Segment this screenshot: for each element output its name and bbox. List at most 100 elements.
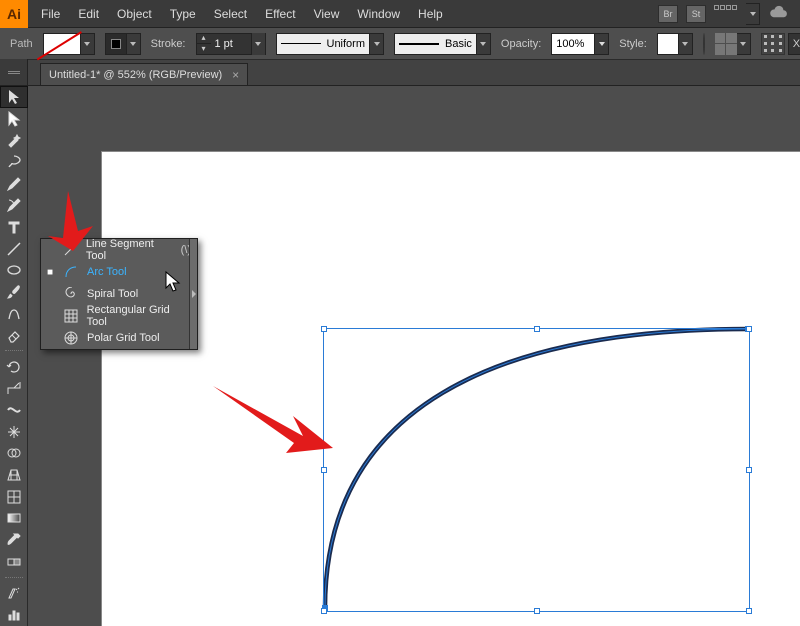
align-dropdown[interactable] (737, 33, 751, 55)
menu-bar: Ai File Edit Object Type Select Effect V… (0, 0, 800, 28)
selection-bounding-box[interactable] (323, 328, 750, 612)
style-label: Style: (619, 38, 647, 50)
rectangular-grid-icon (63, 308, 79, 324)
flyout-item-label: Polar Grid Tool (87, 332, 160, 344)
blend-tool[interactable] (0, 551, 28, 573)
variable-width-profile-dropdown[interactable] (370, 33, 384, 55)
canvas[interactable] (28, 86, 800, 626)
menu-select[interactable]: Select (205, 0, 256, 28)
options-bar: Path Stroke: ▴▾ 1 pt Uniform Basic Opaci… (0, 28, 800, 60)
menu-view[interactable]: View (305, 0, 349, 28)
opacity-dropdown[interactable] (595, 33, 609, 55)
eraser-tool[interactable] (0, 324, 28, 346)
resize-handle[interactable] (321, 608, 327, 614)
free-transform-tool[interactable] (0, 421, 28, 443)
transform-x-field[interactable]: X: ▴▾ 3 (788, 33, 800, 55)
tool-separator (0, 346, 28, 356)
resize-handle[interactable] (746, 467, 752, 473)
menu-effect[interactable]: Effect (256, 0, 304, 28)
transform-reference-point[interactable] (761, 33, 785, 55)
fill-swatch[interactable] (43, 33, 81, 55)
flyout-tearoff-handle[interactable] (189, 239, 197, 349)
resize-handle[interactable] (534, 608, 540, 614)
arrange-documents-icon[interactable] (714, 5, 738, 23)
polar-grid-icon (63, 330, 79, 346)
style-dropdown[interactable] (679, 33, 693, 55)
resize-handle[interactable] (746, 608, 752, 614)
resize-handle[interactable] (534, 326, 540, 332)
opacity-label: Opacity: (501, 38, 541, 50)
eyedropper-tool[interactable] (0, 529, 28, 551)
mesh-tool[interactable] (0, 486, 28, 508)
column-graph-tool[interactable] (0, 604, 28, 626)
flyout-item-label: Rectangular Grid Tool (87, 304, 191, 328)
magic-wand-tool[interactable] (0, 129, 28, 151)
menu-object[interactable]: Object (108, 0, 161, 28)
rectangle-tool[interactable] (0, 259, 28, 281)
style-swatch[interactable] (657, 33, 679, 55)
lasso-tool[interactable] (0, 151, 28, 173)
annotation-arrow-icon (38, 186, 98, 259)
opacity-field[interactable]: 100% (551, 33, 595, 55)
stroke-label: Stroke: (151, 38, 186, 50)
stroke-dropdown[interactable] (127, 33, 141, 55)
perspective-grid-tool[interactable] (0, 464, 28, 486)
document-tab-title: Untitled-1* @ 552% (RGB/Preview) (49, 69, 222, 81)
resize-handle[interactable] (321, 467, 327, 473)
flyout-item-label: Arc Tool (87, 266, 127, 278)
document-tab[interactable]: Untitled-1* @ 552% (RGB/Preview) × (40, 63, 248, 85)
stock-icon[interactable]: St (686, 5, 706, 23)
ai-logo: Ai (0, 0, 28, 28)
brush-definition-dropdown[interactable] (477, 33, 491, 55)
toolbar-collapse-toggle[interactable] (0, 59, 28, 85)
width-tool[interactable] (0, 399, 28, 421)
paintbrush-tool[interactable] (0, 281, 28, 303)
flyout-item-rectangular-grid[interactable]: Rectangular Grid Tool (41, 305, 197, 327)
document-tab-strip: Untitled-1* @ 552% (RGB/Preview) × (0, 60, 800, 86)
pen-tool[interactable] (0, 173, 28, 195)
menu-file[interactable]: File (32, 0, 69, 28)
stroke-weight-dropdown[interactable] (251, 33, 265, 55)
flyout-item-polar-grid[interactable]: Polar Grid Tool (41, 327, 197, 349)
recolor-artwork-icon[interactable] (703, 33, 705, 55)
menu-edit[interactable]: Edit (69, 0, 108, 28)
type-tool[interactable] (0, 216, 28, 238)
flyout-item-label: Spiral Tool (87, 288, 138, 300)
stroke-step-up-icon[interactable]: ▴ (197, 33, 211, 44)
stroke-swatch[interactable] (105, 33, 127, 55)
symbol-sprayer-tool[interactable] (0, 583, 28, 605)
menu-help[interactable]: Help (409, 0, 452, 28)
tool-separator (0, 573, 28, 583)
shaper-tool[interactable] (0, 303, 28, 325)
arrange-documents-dropdown[interactable] (746, 3, 760, 25)
rotate-tool[interactable] (0, 356, 28, 378)
direct-selection-tool[interactable] (0, 108, 28, 130)
variable-width-profile[interactable]: Uniform (276, 33, 371, 55)
scale-tool[interactable] (0, 378, 28, 400)
selection-type-label: Path (6, 38, 33, 50)
align-icon[interactable] (715, 33, 737, 55)
menu-type[interactable]: Type (161, 0, 205, 28)
line-segment-tool[interactable] (0, 238, 28, 260)
bridge-icon[interactable]: Br (658, 5, 678, 23)
resize-handle[interactable] (746, 326, 752, 332)
shape-builder-tool[interactable] (0, 443, 28, 465)
brush-definition[interactable]: Basic (394, 33, 477, 55)
sync-cloud-icon[interactable] (768, 5, 790, 22)
mouse-cursor-icon (164, 270, 184, 297)
gradient-tool[interactable] (0, 508, 28, 530)
stroke-step-down-icon[interactable]: ▾ (197, 44, 211, 55)
selection-tool[interactable] (0, 86, 28, 108)
spiral-icon (63, 286, 79, 302)
stroke-weight-field[interactable]: ▴▾ 1 pt (196, 33, 266, 55)
curvature-tool[interactable] (0, 194, 28, 216)
flyout-active-marker: ■ (47, 267, 55, 278)
close-tab-icon[interactable]: × (232, 68, 239, 82)
stroke-weight-value[interactable]: 1 pt (211, 38, 251, 50)
arc-icon (63, 264, 79, 280)
menu-window[interactable]: Window (348, 0, 409, 28)
flyout-item-label: Line Segment Tool (86, 238, 173, 262)
annotation-arrow-icon (208, 381, 338, 464)
resize-handle[interactable] (321, 326, 327, 332)
tools-panel (0, 86, 28, 626)
